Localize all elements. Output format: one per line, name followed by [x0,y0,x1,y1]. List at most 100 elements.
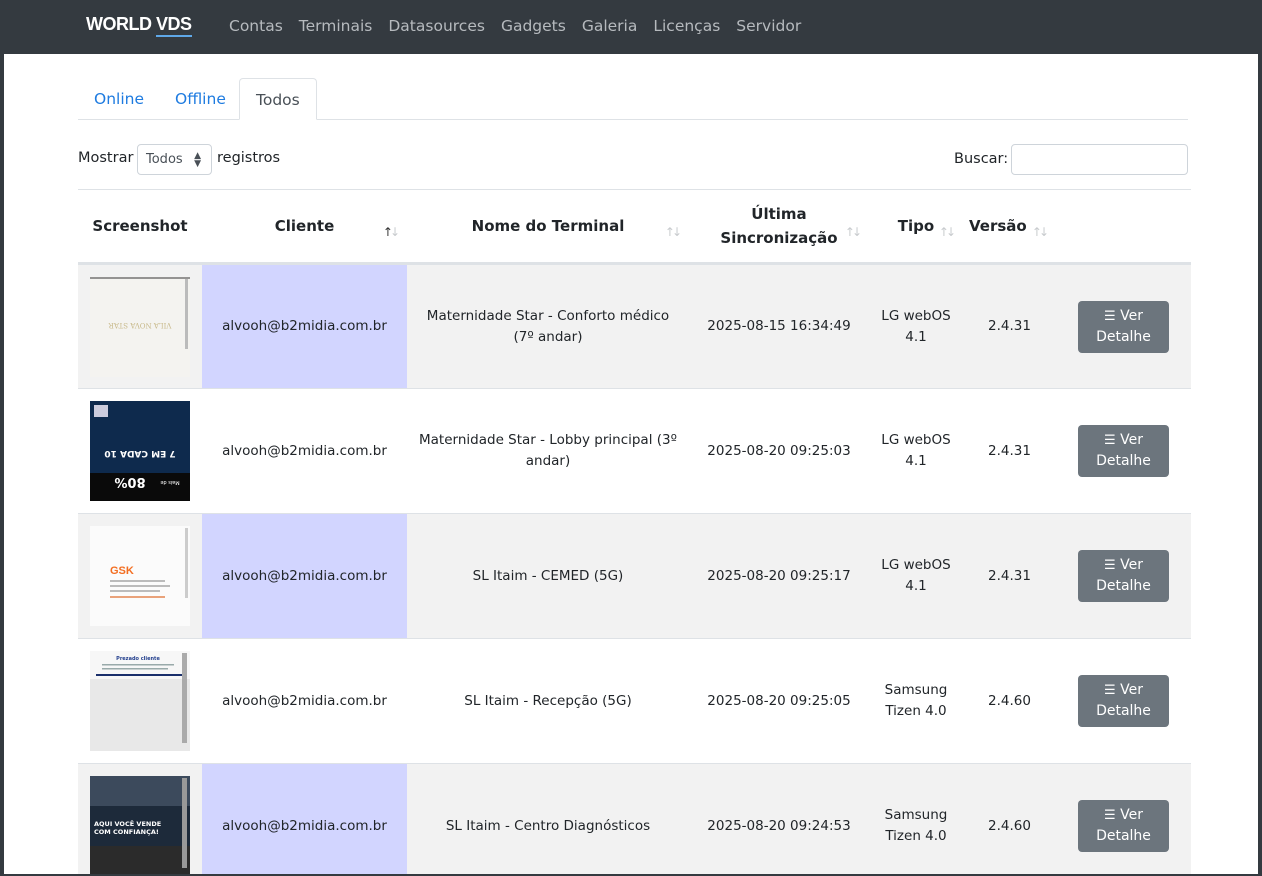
sort-icon: ↑↓ [664,225,682,239]
list-icon: ☰ [1104,683,1116,698]
sort-icon: ↑↓ [382,225,400,239]
list-icon: ☰ [1104,308,1116,324]
table-row: Prezado cliente alvooh@b2midia.com.br SL… [78,639,1191,764]
screenshot-cell: AQUI VOCÊ VENDE COM CONFIANÇA! [78,764,202,874]
sync-cell: 2025-08-20 09:25:03 [707,442,851,459]
sort-icon: ↑↓ [844,225,862,239]
client-cell: alvooh@b2midia.com.br [202,513,407,639]
screenshot-cell: 7 EM CADA 10 80% Mais de [78,389,202,514]
page-length-value: Todos [146,152,183,167]
sort-icon: ↑↓ [1031,225,1049,239]
action-cell: ☰ Ver Detalhe [1056,639,1191,764]
version-cell: 2.4.31 [988,567,1031,584]
header-actions [1056,189,1191,265]
client-cell: alvooh@b2midia.com.br [222,692,387,709]
nav-servidor[interactable]: Servidor [736,17,801,35]
action-cell: ☰ Ver Detalhe [1056,264,1191,389]
screenshot-thumbnail[interactable]: Prezado cliente [90,651,190,751]
table-row: VILA NOVA STAR alvooh@b2midia.com.br Mat… [78,263,1191,389]
version-cell: 2.4.31 [988,318,1031,334]
top-navbar: WORLD VDS Contas Terminais Datasources G… [0,0,1262,54]
screenshot-cell: GSK [78,514,202,639]
action-cell: ☰ Ver Detalhe [1056,764,1191,875]
nav-contas[interactable]: Contas [229,17,283,35]
screenshot-thumbnail[interactable]: AQUI VOCÊ VENDE COM CONFIANÇA! [90,776,190,874]
type-cell: LG webOS 4.1 [881,557,951,594]
svg-text:80%: 80% [114,474,145,489]
tab-todos[interactable]: Todos [239,78,317,120]
screenshot-cell: VILA NOVA STAR [78,264,202,389]
terminal-name-cell: SL Itaim - CEMED (5G) [472,567,624,584]
nav-menu: Contas Terminais Datasources Gadgets Gal… [229,17,817,35]
terminals-table: Screenshot Cliente ↑↓ Nome do Terminal ↑↓ … [78,189,1191,874]
table-row: GSK alvooh@b2midia.com.br SL Itaim - CEM… [78,513,1191,639]
search-input[interactable] [1011,144,1188,175]
search-label: Buscar: [954,151,1009,167]
header-type[interactable]: Tipo ↑↓ [869,189,963,265]
tabs-bar: Online Offline Todos [78,78,1188,120]
type-cell: LG webOS 4.1 [881,432,951,469]
sync-cell: 2025-08-20 09:24:53 [707,817,851,834]
type-cell: Samsung Tizen 4.0 [884,807,948,844]
terminal-name-cell: Maternidade Star - Lobby principal (3º a… [419,432,677,469]
main-content: Online Offline Todos Mostrar Todos ▲ ▼ re… [4,54,1258,874]
list-icon: ☰ [1104,808,1116,823]
type-cell: LG webOS 4.1 [881,307,951,345]
sync-cell: 2025-08-20 09:25:05 [707,692,851,709]
table-row: 7 EM CADA 10 80% Mais de alvooh@b2midia.… [78,389,1191,514]
svg-text:GSK: GSK [110,565,134,577]
screenshot-thumbnail[interactable]: GSK [90,526,190,626]
screenshot-thumbnail[interactable]: VILA NOVA STAR [90,276,190,377]
terminal-name-cell: SL Itaim - Recepção (5G) [464,692,632,709]
version-cell: 2.4.60 [988,817,1031,834]
sync-cell: 2025-08-15 16:34:49 [707,318,851,334]
client-cell: alvooh@b2midia.com.br [202,763,407,874]
svg-text:AQUI VOCÊ VENDE: AQUI VOCÊ VENDE [94,819,161,828]
action-cell: ☰ Ver Detalhe [1056,514,1191,639]
type-cell: Samsung Tizen 4.0 [884,682,948,719]
svg-text:7 EM CADA 10: 7 EM CADA 10 [104,448,175,458]
screenshot-thumbnail[interactable]: 7 EM CADA 10 80% Mais de [90,401,190,501]
view-detail-button[interactable]: ☰ Ver Detalhe [1078,800,1169,852]
header-terminal[interactable]: Nome do Terminal ↑↓ [407,189,689,265]
action-cell: ☰ Ver Detalhe [1056,389,1191,514]
table-header-row: Screenshot Cliente ↑↓ Nome do Terminal ↑↓ … [78,189,1191,265]
table-row: AQUI VOCÊ VENDE COM CONFIANÇA! alvooh@b2… [78,763,1191,875]
header-version[interactable]: Versão ↑↓ [963,189,1056,265]
nav-licencas[interactable]: Licenças [653,17,720,35]
version-cell: 2.4.60 [988,692,1031,709]
view-detail-button[interactable]: ☰ Ver Detalhe [1078,550,1169,602]
show-label: Mostrar [78,150,134,166]
page-length-select[interactable]: Todos ▲ ▼ [137,144,212,175]
tab-online[interactable]: Online [78,78,160,120]
svg-text:COM CONFIANÇA!: COM CONFIANÇA! [94,828,159,836]
terminal-name-cell: SL Itaim - Centro Diagnósticos [445,817,651,834]
brand-part1: WORLD [86,14,152,34]
tab-offline[interactable]: Offline [159,78,242,120]
records-label: registros [217,150,281,166]
list-icon: ☰ [1104,433,1116,448]
header-sync[interactable]: Última Sincronização ↑↓ [689,189,869,265]
view-detail-button[interactable]: ☰ Ver Detalhe [1078,300,1169,353]
terminal-name-cell: Maternidade Star - Conforto médico (7º a… [426,307,670,345]
brand-logo[interactable]: WORLD VDS [86,14,192,37]
nav-galeria[interactable]: Galeria [582,17,638,35]
table-controls: Mostrar Todos ▲ ▼ registros Buscar: [78,144,1188,176]
header-client[interactable]: Cliente ↑↓ [202,189,407,265]
list-icon: ☰ [1104,558,1116,573]
sync-cell: 2025-08-20 09:25:17 [707,567,851,584]
nav-gadgets[interactable]: Gadgets [501,17,566,35]
screenshot-cell: Prezado cliente [78,639,202,764]
svg-text:VILA NOVA STAR: VILA NOVA STAR [108,321,172,329]
view-detail-button[interactable]: ☰ Ver Detalhe [1078,675,1169,727]
client-cell: alvooh@b2midia.com.br [222,442,387,459]
client-cell: alvooh@b2midia.com.br [202,263,407,389]
nav-terminais[interactable]: Terminais [299,17,373,35]
brand-part2: VDS [156,14,192,37]
svg-text:Mais de: Mais de [160,479,179,485]
svg-text:Prezado cliente: Prezado cliente [116,656,160,662]
select-caret-icon: ▲ ▼ [194,151,201,169]
view-detail-button[interactable]: ☰ Ver Detalhe [1078,425,1169,477]
header-screenshot: Screenshot [78,189,202,265]
nav-datasources[interactable]: Datasources [388,17,485,35]
